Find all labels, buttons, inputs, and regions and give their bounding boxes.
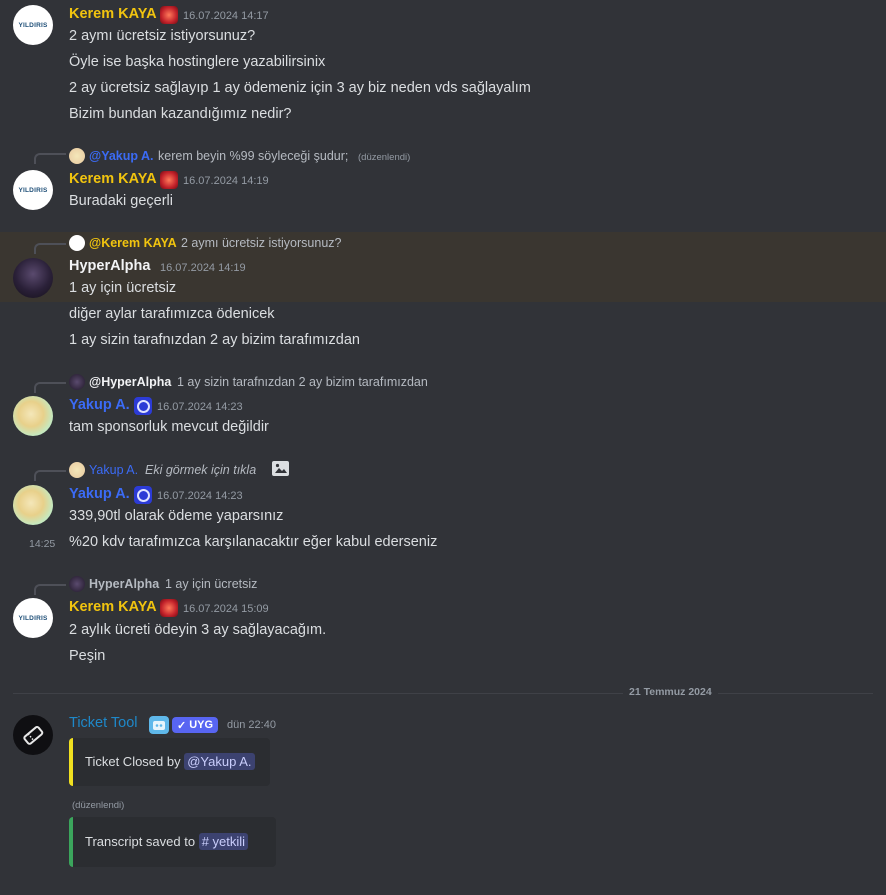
reply-connector [34, 153, 66, 164]
avatar[interactable] [13, 715, 53, 755]
reply-avatar [69, 374, 85, 390]
reply-text[interactable]: Eki görmek için tıkla [145, 463, 256, 477]
avatar[interactable] [13, 258, 53, 298]
reply-avatar [69, 576, 85, 592]
avatar[interactable]: YILDIRIS [13, 598, 53, 638]
username[interactable]: Yakup A. [69, 486, 130, 502]
username[interactable]: Ticket Tool [69, 715, 138, 731]
timestamp: 16.07.2024 15:09 [183, 603, 269, 615]
embed-text: Transcript saved to # yetkili [85, 833, 249, 850]
reply-username[interactable]: @Kerem KAYA [89, 236, 177, 250]
image-icon[interactable] [272, 461, 289, 476]
avatar[interactable] [13, 485, 53, 525]
message-text: 2 aylık ücreti ödeyin 3 ay sağlayacağım. [69, 622, 327, 638]
avatar-logo-text: YILDIRIS [18, 21, 48, 29]
message-text: 2 ay ücretsiz sağlayıp 1 ay ödemeniz içi… [69, 80, 531, 96]
username[interactable]: Kerem KAYA [69, 6, 157, 22]
reply-connector [34, 243, 66, 254]
embed-ticket-closed: Ticket Closed by @Yakup A. [69, 738, 270, 786]
check-icon: ✓ [177, 719, 187, 732]
message-text: %20 kdv tarafımızca karşılanacaktır eğer… [69, 534, 438, 550]
username[interactable]: Kerem KAYA [69, 599, 157, 615]
reply-avatar [69, 235, 85, 251]
username[interactable]: HyperAlpha [69, 258, 150, 274]
reply-text[interactable]: 1 ay sizin tarafnızdan 2 ay bizim tarafı… [177, 375, 428, 389]
avatar[interactable]: YILDIRIS [13, 170, 53, 210]
message-text: Öyle ise başka hostinglere yazabilirsini… [69, 54, 326, 70]
avatar-logo-text: YILDIRIS [18, 186, 48, 194]
avatar[interactable]: YILDIRIS [13, 5, 53, 45]
message-text: 2 aymı ücretsiz istiyorsunuz? [69, 28, 256, 44]
channel-mention[interactable]: # yetkili [198, 833, 249, 850]
role-badge-icon [160, 6, 178, 24]
message-text: 1 ay için ücretsiz [69, 280, 177, 296]
embed-prefix: Ticket Closed by [85, 754, 185, 769]
avatar-logo-text: YILDIRIS [18, 614, 48, 622]
reply-avatar [69, 462, 85, 478]
app-tag-label: UYG [189, 719, 214, 731]
message-text: diğer aylar tarafımızca ödenicek [69, 306, 275, 322]
reply-connector [34, 584, 66, 595]
edited-label: (düzenlendi) [358, 152, 411, 163]
role-badge-icon [160, 599, 178, 617]
username[interactable]: Kerem KAYA [69, 171, 157, 187]
date-divider [13, 693, 873, 694]
avatar[interactable] [13, 396, 53, 436]
edited-label: (düzenlendi) [72, 800, 125, 811]
message-text: Bizim bundan kazandığımız nedir? [69, 106, 292, 122]
embed-transcript: Transcript saved to # yetkili [69, 817, 276, 867]
timestamp: 16.07.2024 14:19 [183, 175, 269, 187]
reply-text[interactable]: 1 ay için ücretsiz [165, 577, 257, 591]
bot-icon [149, 716, 169, 734]
reply-text[interactable]: 2 aymı ücretsiz istiyorsunuz? [181, 236, 341, 250]
reply-text[interactable]: kerem beyin %99 söyleceği şudur; [158, 149, 348, 163]
user-mention[interactable]: @Yakup A. [184, 753, 255, 770]
timestamp: 16.07.2024 14:23 [157, 401, 243, 413]
username[interactable]: Yakup A. [69, 397, 130, 413]
message-text: 339,90tl olarak ödeme yaparsınız [69, 508, 284, 524]
reply-username[interactable]: HyperAlpha [89, 577, 159, 591]
message-text: Peşin [69, 648, 106, 664]
reply-username[interactable]: @Yakup A. [89, 149, 154, 163]
message-text: 1 ay sizin tarafnızdan 2 ay bizim tarafı… [69, 332, 360, 348]
date-divider-label: 21 Temmuz 2024 [623, 686, 718, 698]
embed-text: Ticket Closed by @Yakup A. [85, 753, 255, 770]
message-text: tam sponsorluk mevcut değildir [69, 419, 269, 435]
role-badge-icon [134, 397, 152, 415]
reply-connector [34, 382, 66, 393]
timestamp: dün 22:40 [227, 719, 276, 731]
reply-username[interactable]: Yakup A. [89, 463, 138, 477]
timestamp: 16.07.2024 14:23 [157, 490, 243, 502]
message-text: Buradaki geçerli [69, 193, 173, 209]
role-badge-icon [134, 486, 152, 504]
timestamp: 16.07.2024 14:19 [160, 262, 246, 274]
timestamp: 16.07.2024 14:17 [183, 10, 269, 22]
app-tag: ✓ UYG [172, 717, 219, 733]
reply-connector [34, 470, 66, 481]
role-badge-icon [160, 171, 178, 189]
embed-prefix: Transcript saved to [85, 834, 199, 849]
ticket-icon [23, 725, 44, 745]
reply-avatar [69, 148, 85, 164]
reply-username[interactable]: @HyperAlpha [89, 375, 171, 389]
hover-timestamp: 14:25 [29, 538, 56, 550]
